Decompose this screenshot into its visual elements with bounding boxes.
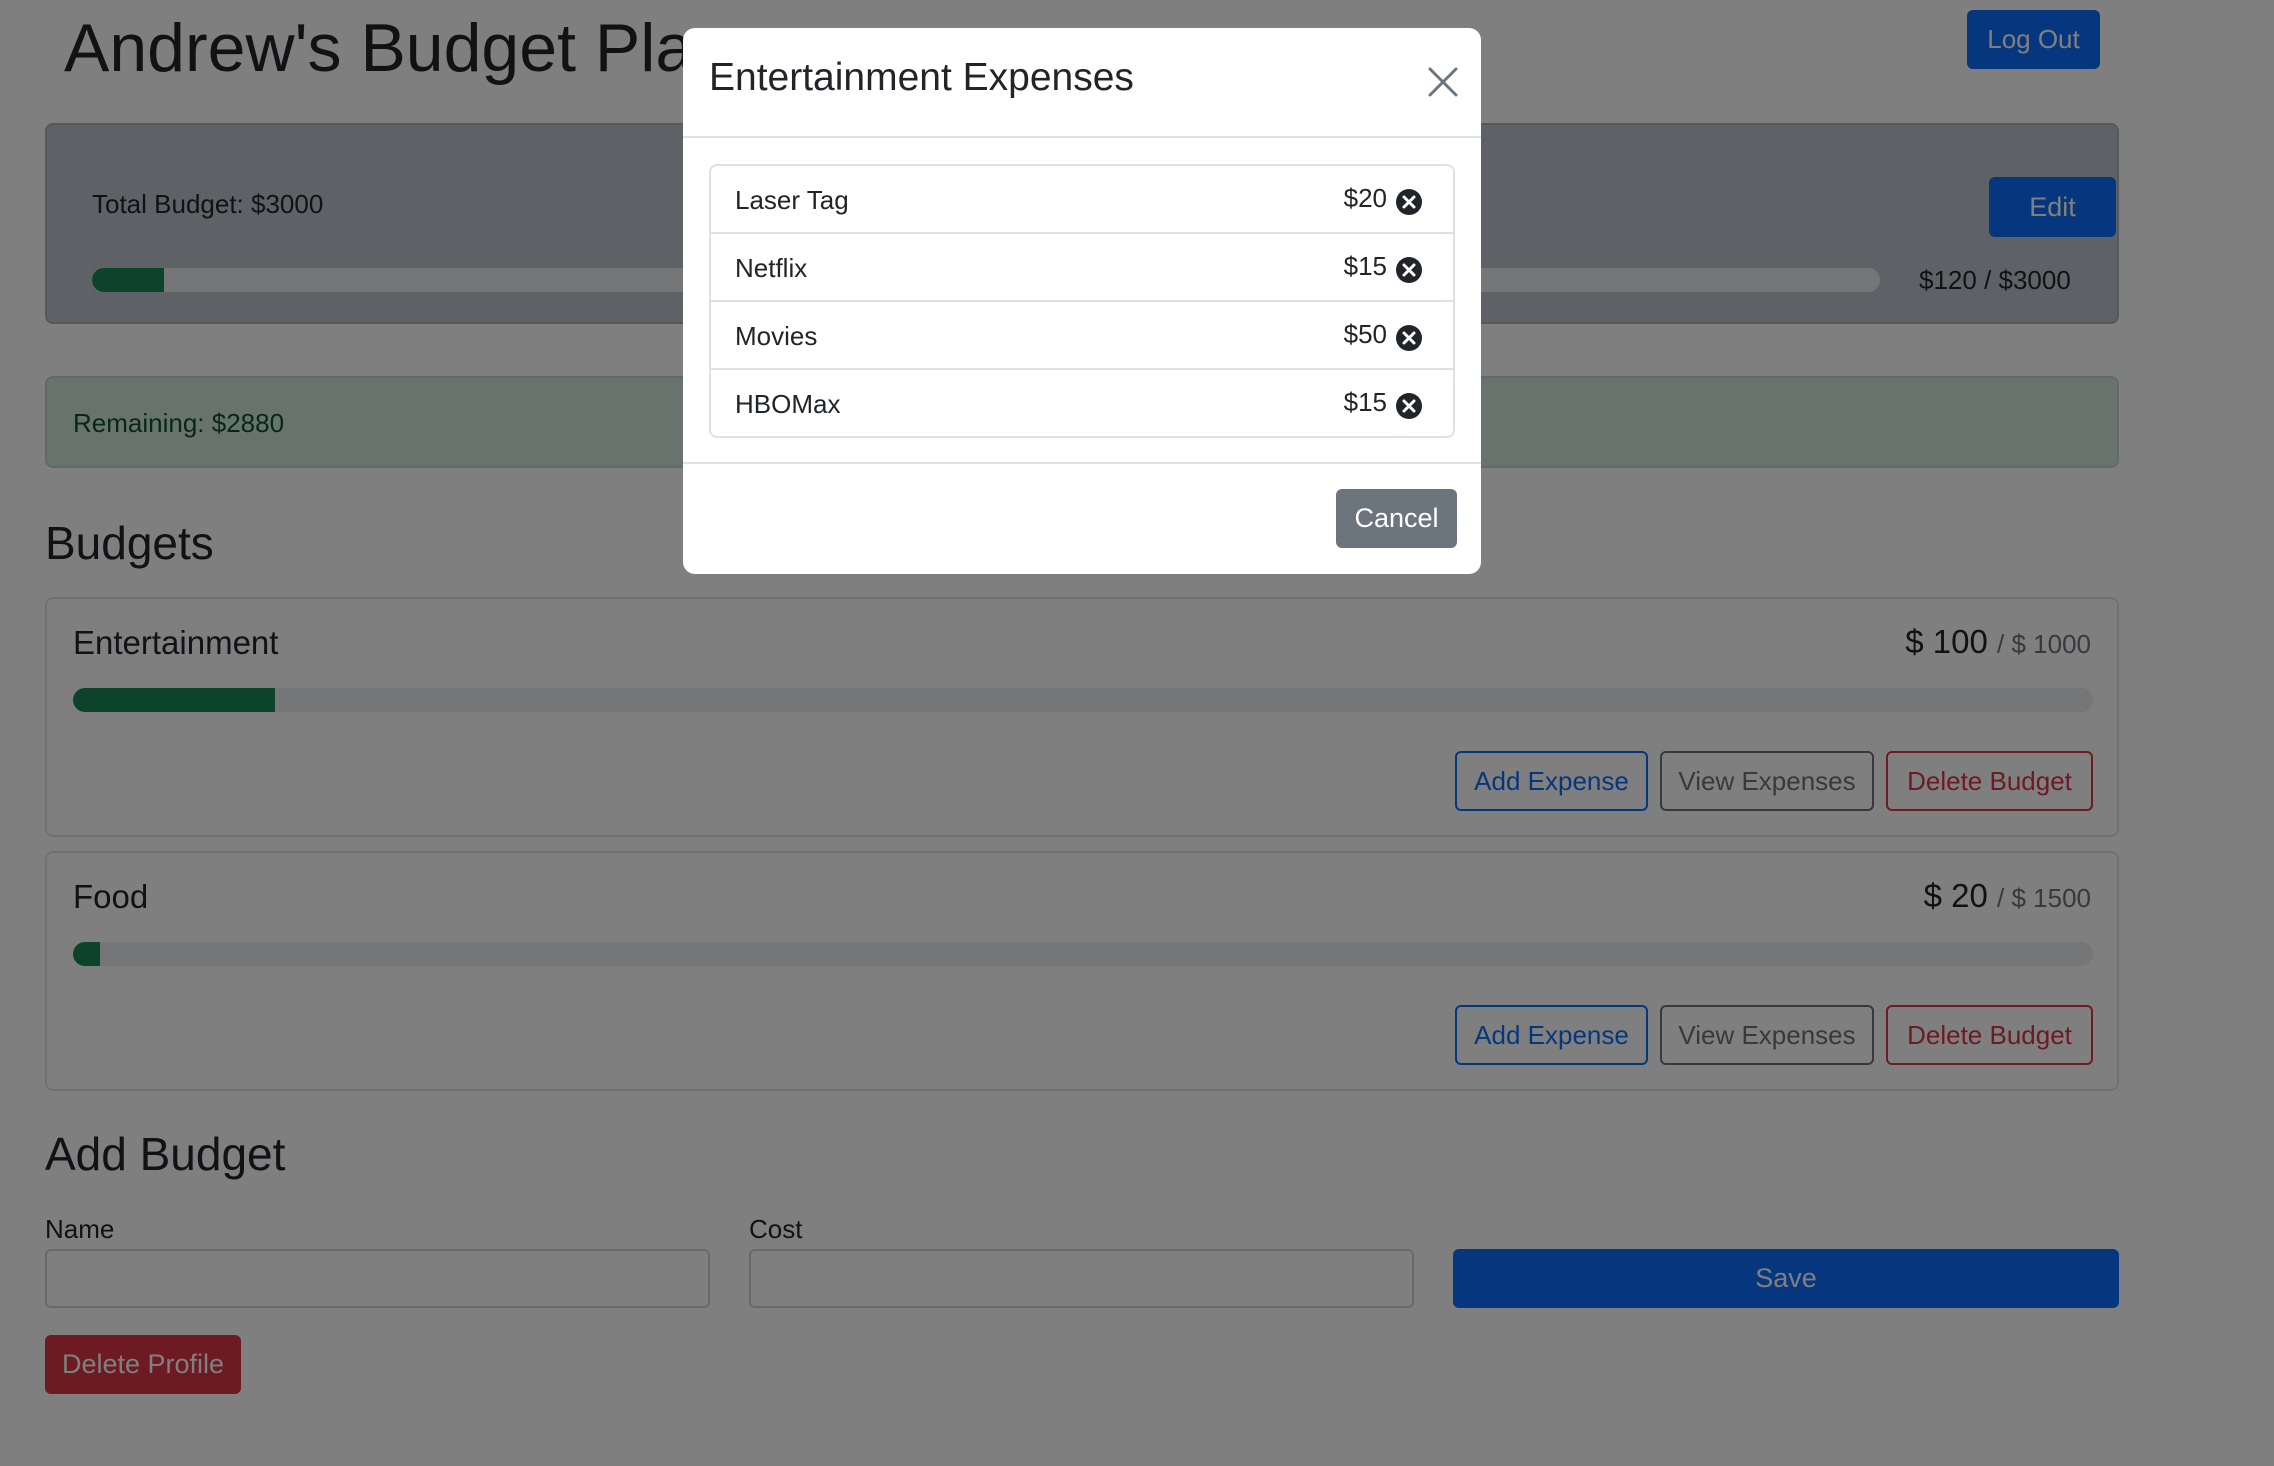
modal-footer: Cancel <box>683 462 1481 574</box>
remove-expense-icon[interactable] <box>1395 324 1423 352</box>
expense-name: HBOMax <box>735 389 841 419</box>
close-icon[interactable] <box>1423 62 1463 102</box>
budget-page: Andrew's Budget Planner Log Out Total Bu… <box>0 0 2274 1466</box>
list-item: Movies $50 <box>711 302 1453 370</box>
remove-expense-icon[interactable] <box>1395 256 1423 284</box>
expense-name: Netflix <box>735 253 808 283</box>
modal-header: Entertainment Expenses <box>683 28 1481 138</box>
expense-name: Laser Tag <box>735 185 849 215</box>
expenses-modal: Entertainment Expenses Laser Tag $20 Net… <box>683 28 1481 574</box>
remove-expense-icon[interactable] <box>1395 188 1423 216</box>
expense-cost: $20 <box>1343 183 1387 213</box>
list-item: HBOMax $15 <box>711 370 1453 436</box>
list-item: Laser Tag $20 <box>711 166 1453 234</box>
remove-expense-icon[interactable] <box>1395 392 1423 420</box>
expense-cost: $15 <box>1343 251 1387 281</box>
list-item: Netflix $15 <box>711 234 1453 302</box>
expense-cost: $50 <box>1343 319 1387 349</box>
modal-title: Entertainment Expenses <box>709 56 1134 99</box>
cancel-button[interactable]: Cancel <box>1336 489 1457 548</box>
expense-list: Laser Tag $20 Netflix $15 Movies $50 HBO… <box>709 164 1455 438</box>
expense-name: Movies <box>735 321 818 351</box>
expense-cost: $15 <box>1343 387 1387 417</box>
